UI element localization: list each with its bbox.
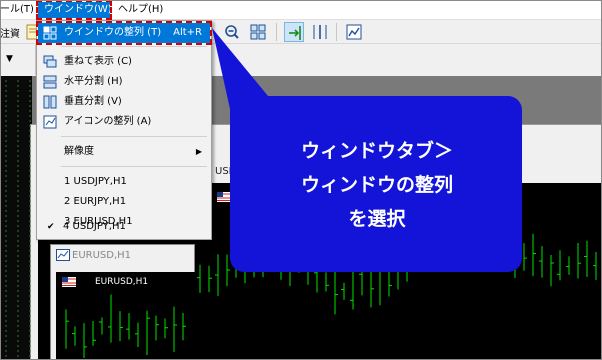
- callout-line: を選択: [348, 208, 406, 230]
- callout-text: ウィンドウタブ＞ ウィンドウの整列 を選択: [238, 134, 516, 236]
- callout-line: ウィンドウタブ＞: [300, 140, 453, 162]
- callout-line: ウィンドウの整列: [300, 174, 453, 196]
